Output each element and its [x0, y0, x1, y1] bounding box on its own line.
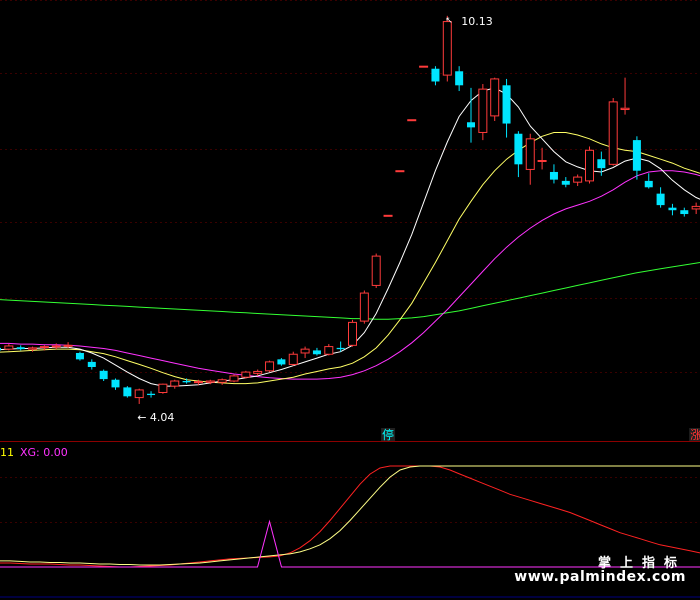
candle-body: [182, 381, 191, 383]
candle-body: [217, 379, 227, 383]
candle-body: [147, 393, 156, 396]
indicator-yellow-line: [0, 465, 700, 566]
candle-body: [265, 361, 275, 372]
high-price-arrow: ↖: [445, 16, 453, 26]
candle-body: [348, 321, 357, 346]
candle-body: [419, 65, 429, 68]
low-price-label: ← 4.04: [137, 411, 174, 424]
candle-body: [455, 71, 464, 86]
indicator-legend-item: 11: [0, 446, 14, 459]
candle-body: [288, 353, 298, 365]
candle-body: [63, 344, 73, 347]
candle-body: [324, 346, 334, 355]
high-price-label: 10.13: [461, 15, 493, 28]
candle-body: [75, 352, 84, 360]
candle-body: [312, 350, 321, 355]
candle-body: [87, 361, 96, 367]
candle-body: [502, 85, 511, 124]
candle-body: [229, 375, 239, 382]
candle-body: [158, 383, 168, 393]
candle-body: [39, 346, 49, 349]
candle-body: [537, 160, 547, 163]
candle-body: [585, 149, 594, 182]
candle-body: [656, 193, 665, 206]
xg-signal-line: [0, 519, 700, 568]
candle-body: [99, 370, 108, 380]
indicator-red-line: [0, 465, 700, 568]
candle-body: [205, 380, 215, 383]
candle-body: [193, 381, 203, 384]
candle-body: [51, 345, 61, 348]
candle-body: [395, 170, 405, 173]
candle-body: [478, 88, 488, 133]
candle-body: [490, 78, 500, 117]
candle-body: [668, 207, 677, 211]
candle-body: [525, 138, 535, 170]
indicator-legend-item: XG: 0.00: [20, 446, 68, 459]
candle-body: [170, 380, 180, 387]
candle-body: [549, 171, 558, 180]
candle-body: [680, 210, 689, 215]
candle-body: [0, 347, 1, 351]
candle-body: [359, 292, 369, 322]
marker-label: 涨: [690, 427, 700, 442]
candle-body: [467, 122, 475, 128]
candle-body: [241, 371, 251, 378]
candle-body: [431, 68, 440, 82]
candle-body: [561, 180, 570, 185]
candle-body: [123, 387, 132, 397]
watermark-url: www.palmindex.com: [514, 569, 686, 585]
candle-body: [371, 255, 381, 286]
candle-body: [277, 359, 286, 365]
candle-body: [300, 348, 310, 354]
candle-body: [442, 21, 452, 76]
candle-body: [597, 159, 606, 169]
candle-body: [111, 379, 120, 388]
candle-body: [28, 347, 38, 350]
candle-body: [620, 107, 630, 111]
candle-body: [134, 389, 144, 399]
candle-body: [644, 180, 653, 188]
candle-body: [632, 140, 641, 171]
candle-body: [336, 347, 345, 350]
candle-body: [514, 133, 523, 165]
stock-chart: 10.13↖← 4.04停涨跌11XG: 0.00: [0, 0, 700, 598]
ma60-line: [0, 261, 700, 320]
ma20-line: [0, 170, 700, 380]
candle-body: [253, 370, 263, 374]
candle-body: [4, 345, 14, 350]
candle-body: [407, 119, 417, 122]
ma10-line: [0, 132, 700, 385]
candle-body: [383, 214, 393, 217]
marker-label: 停: [382, 427, 394, 442]
candle-body: [608, 101, 618, 165]
candle-body: [691, 205, 700, 210]
candle-body: [16, 347, 25, 350]
candle-body: [573, 176, 583, 183]
